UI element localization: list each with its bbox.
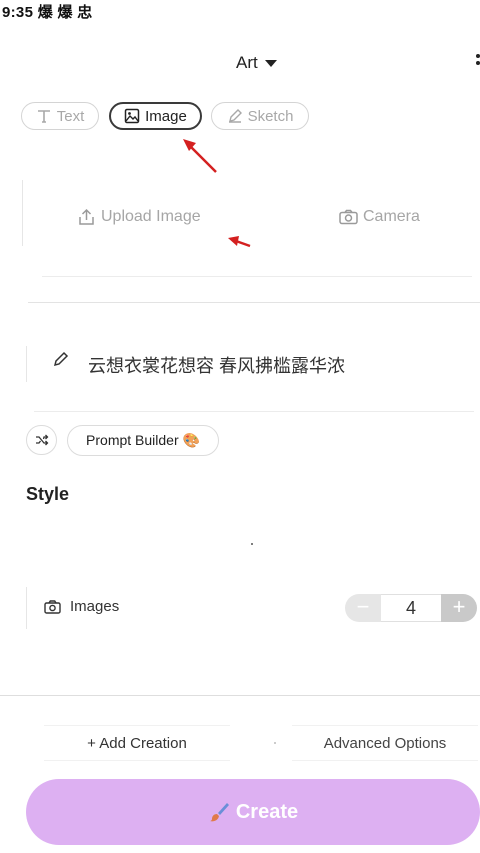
text-icon: [36, 108, 52, 124]
prompt-builder-button[interactable]: Prompt Builder 🎨: [67, 425, 219, 456]
images-label-group: Images: [44, 598, 119, 615]
status-notification-text: 爆 爆 忠: [37, 4, 93, 21]
tab-sketch-label: Sketch: [247, 107, 294, 125]
camera-icon: [339, 209, 358, 225]
images-count-value[interactable]: 4: [381, 594, 441, 622]
upload-icon: [78, 208, 95, 226]
section-divider: [28, 302, 480, 303]
tab-sketch[interactable]: Sketch: [211, 102, 309, 130]
tab-image-label: Image: [145, 107, 187, 125]
tab-text-label: Text: [56, 107, 85, 125]
upload-image-label: Upload Image: [101, 208, 201, 225]
prompt-builder-label: Prompt Builder 🎨: [86, 432, 200, 448]
images-row-border: [26, 587, 27, 629]
caret-down-icon: [264, 59, 277, 67]
status-bar: 9:35 爆 爆 忠: [0, 0, 480, 24]
style-placeholder-dot: [251, 543, 253, 545]
shuffle-icon: [35, 434, 49, 446]
decrement-button[interactable]: −: [345, 594, 381, 622]
mode-label: Art: [236, 53, 258, 72]
bottom-divider: [0, 695, 480, 696]
tab-text[interactable]: Text: [21, 102, 99, 130]
create-button[interactable]: Create: [26, 779, 480, 845]
paintbrush-icon: [208, 801, 230, 823]
tab-image[interactable]: Image: [109, 102, 202, 130]
images-label: Images: [70, 598, 120, 615]
add-creation-button[interactable]: + Add Creation: [44, 725, 230, 761]
create-label: Create: [235, 800, 299, 823]
images-count-stepper[interactable]: − 4 +: [345, 594, 477, 622]
camera-label: Camera: [363, 208, 420, 225]
increment-button[interactable]: +: [441, 594, 477, 622]
prompt-input[interactable]: 云想衣裳花想容 春风拂槛露华浓: [88, 352, 345, 378]
status-time: 9:35 爆 爆 忠: [2, 4, 93, 21]
shuffle-button[interactable]: [26, 425, 57, 455]
camera-button[interactable]: Camera: [339, 208, 420, 226]
upload-image-button[interactable]: Upload Image: [78, 208, 201, 226]
pencil-icon: [53, 351, 69, 372]
more-options-icon[interactable]: [470, 52, 480, 70]
camera-icon: [44, 599, 61, 614]
style-heading: Style: [26, 484, 70, 504]
pencil-icon: [227, 108, 243, 124]
actions-separator: [274, 742, 276, 744]
advanced-options-button[interactable]: Advanced Options: [292, 725, 478, 761]
image-icon: [124, 108, 140, 124]
mode-dropdown[interactable]: Art: [236, 53, 277, 73]
